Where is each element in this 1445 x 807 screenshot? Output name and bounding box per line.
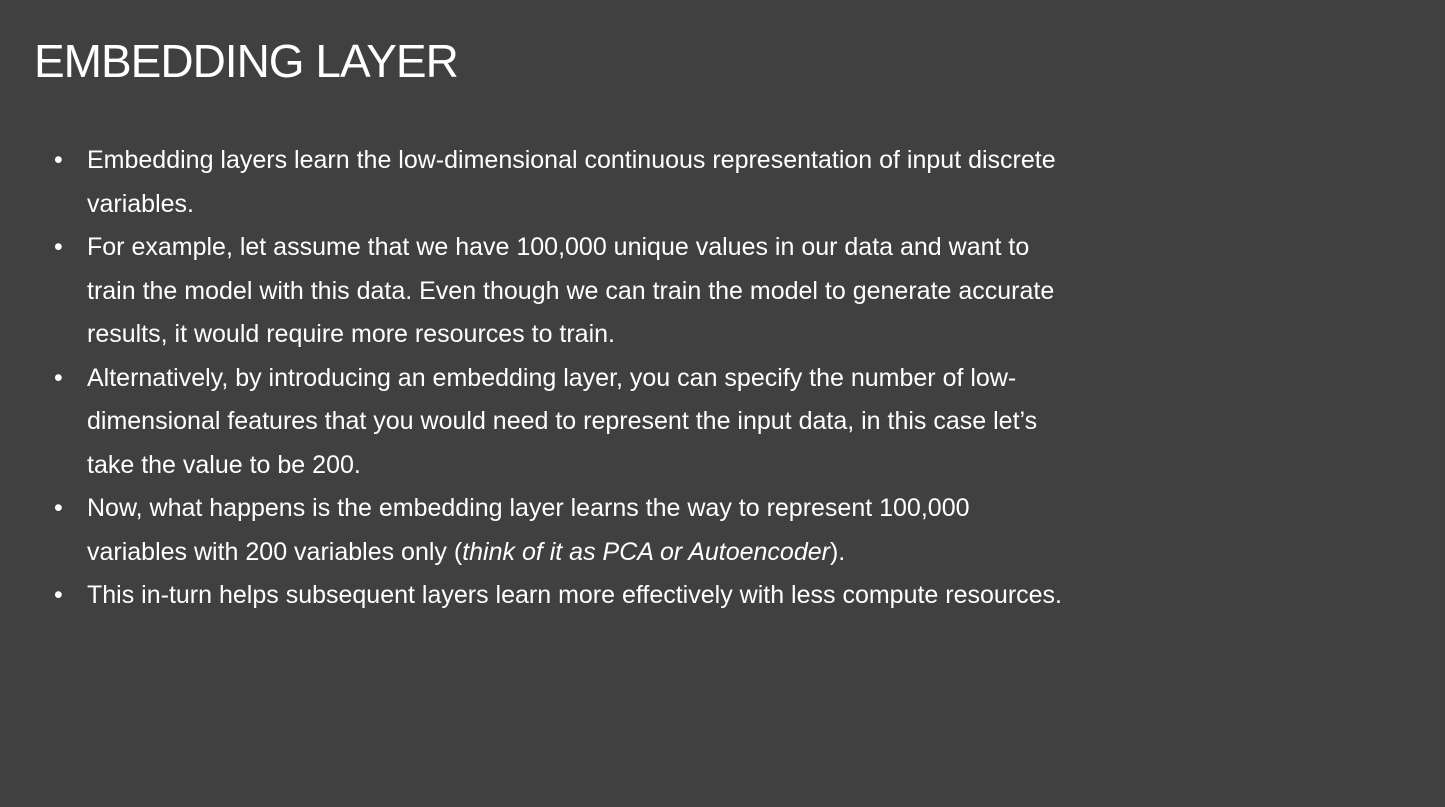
bullet-dot-icon: • xyxy=(54,363,63,392)
bullet-dot-icon: • xyxy=(54,233,63,261)
bullet-line: This in-turn helps subsequent layers lea… xyxy=(87,581,1062,609)
bullet-line: train the model with this data. Even tho… xyxy=(87,276,1055,305)
bullet-item: • This in-turn helps subsequent layers l… xyxy=(54,574,1062,618)
bullet-item: • Embedding layers learn the low-dimensi… xyxy=(54,139,1062,226)
slide-title: EMBEDDING LAYER xyxy=(34,35,459,87)
bullet-item: • For example, let assume that we have 1… xyxy=(54,226,1062,357)
bullet-line: take the value to be 200. xyxy=(87,450,361,479)
bullet-dot-icon: • xyxy=(54,494,63,522)
bullet-line: variables. xyxy=(87,189,194,218)
bullet-line: results, it would require more resources… xyxy=(87,320,615,348)
italic-text-segment: think of it as PCA or Autoencoder xyxy=(462,537,830,566)
bullet-line: dimensional features that you would need… xyxy=(87,407,1038,435)
bullet-item: • Now, what happens is the embedding lay… xyxy=(54,487,1062,574)
bullet-line: Now, what happens is the embedding layer… xyxy=(87,494,970,522)
bullet-dot-icon: • xyxy=(54,146,63,174)
text-segment: variables with 200 variables only ( xyxy=(87,537,463,566)
bullet-line: Alternatively, by introducing an embeddi… xyxy=(87,363,1017,392)
text-segment: ). xyxy=(829,537,846,566)
bullet-list: • Embedding layers learn the low-dimensi… xyxy=(54,139,1062,618)
bullet-line: Embedding layers learn the low-dimension… xyxy=(87,146,1056,174)
bullet-line: variables with 200 variables only (think… xyxy=(87,531,1062,575)
bullet-dot-icon: • xyxy=(54,581,63,609)
bullet-line: For example, let assume that we have 100… xyxy=(87,233,1030,261)
bullet-item: • Alternatively, by introducing an embed… xyxy=(54,357,1062,488)
